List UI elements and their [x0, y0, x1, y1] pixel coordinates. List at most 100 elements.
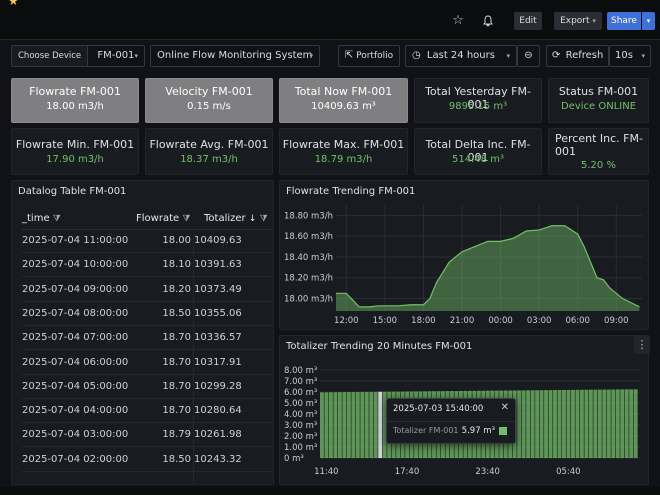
- column-header-time[interactable]: _time ⧩: [22, 213, 61, 224]
- stat-total-now[interactable]: Total Now FM-001 10409.63 m³: [279, 78, 408, 123]
- totalizer-bar: [369, 391, 374, 458]
- totalizer-bar: [346, 392, 351, 458]
- stat-flowrate-min[interactable]: Flowrate Min. FM-001 17.90 m3/h: [11, 128, 139, 175]
- x-tick-label: 23:40: [475, 467, 500, 477]
- column-header-flowrate[interactable]: Flowrate ⧩: [136, 213, 190, 224]
- totalizer-bar: [597, 389, 602, 458]
- stat-status[interactable]: Status FM-001 Device ONLINE: [548, 78, 649, 123]
- y-tick-label: 3.00 m³: [284, 421, 317, 431]
- x-tick-label: 15:00: [373, 316, 398, 326]
- table-row[interactable]: 2025-07-04 07:00:00 18.70 10336.57: [22, 326, 273, 351]
- y-tick-label: 18.60 m3/h: [284, 232, 333, 242]
- refresh-interval-select[interactable]: 10s ▾: [609, 45, 651, 67]
- column-header-label: Flowrate: [136, 213, 180, 224]
- table-cell-time: 2025-07-04 04:00:00: [22, 405, 129, 417]
- totalizer-bar: [337, 392, 342, 458]
- stat-value: 10409.63 m³: [311, 101, 376, 112]
- y-tick-label: 8.00 m³: [284, 366, 317, 376]
- stat-title: Flowrate FM-001: [29, 85, 121, 98]
- device-select[interactable]: Choose Device FM-001 ▾: [11, 45, 145, 67]
- x-tick-label: 21:00: [450, 316, 475, 326]
- share-menu-chevron-icon[interactable]: ▾: [642, 12, 655, 30]
- refresh-button[interactable]: ⟳ Refresh: [546, 45, 609, 67]
- table-row[interactable]: 2025-07-04 05:00:00 18.70 10299.28: [22, 375, 273, 399]
- totalizer-bar: [562, 389, 566, 458]
- table-cell-totalizer: 10299.28: [194, 380, 242, 392]
- flowrate-chart[interactable]: 18.80 m3/h 18.60 m3/h 18.40 m3/h 18.20 m3/h…: [280, 181, 649, 330]
- datalog-table-panel: Datalog Table FM-001 _time ⧩ Flowrate ⧩ …: [11, 180, 274, 485]
- y-tick-label: 18.40 m3/h: [284, 253, 333, 263]
- x-tick-label: 09:00: [604, 316, 629, 326]
- edit-button[interactable]: Edit: [514, 12, 542, 30]
- stat-percent-inc[interactable]: Percent Inc. FM-001 5.20 %: [548, 128, 649, 175]
- external-link-icon: ⇱: [344, 50, 354, 61]
- x-tick-label: 17:40: [395, 467, 420, 477]
- totalizer-bar: [351, 392, 356, 458]
- totalizer-bar: [539, 390, 544, 458]
- table-row[interactable]: 2025-07-04 04:00:00 18.70 10280.64: [22, 399, 273, 424]
- chart-tooltip: 2025-07-03 15:40:00 ✕ Totalizer FM-001 5…: [386, 398, 516, 444]
- totalizer-bar: [593, 389, 598, 458]
- share-button[interactable]: Share: [607, 12, 641, 30]
- stat-value: 0.15 m/s: [187, 101, 231, 112]
- stat-title: Status FM-001: [558, 85, 639, 98]
- stat-total-delta[interactable]: Total Delta Inc. FM-001 514.48 m³: [414, 128, 542, 175]
- system-select[interactable]: Online Flow Monitoring System ▾: [150, 45, 320, 67]
- stat-flowrate-avg[interactable]: Flowrate Avg. FM-001 18.37 m3/h: [145, 128, 273, 175]
- totalizer-bar: [373, 391, 378, 458]
- table-cell-time: 2025-07-04 06:00:00: [22, 356, 129, 368]
- totalizer-bar: [521, 390, 526, 458]
- panel-menu-icon[interactable]: ⋮: [634, 336, 650, 354]
- filter-icon[interactable]: ⧩: [182, 214, 190, 224]
- table-cell-totalizer: 10336.57: [194, 332, 242, 344]
- table-cell-totalizer: 10261.98: [194, 429, 242, 441]
- stat-velocity[interactable]: Velocity FM-001 0.15 m/s: [145, 78, 273, 123]
- y-tick-label: 18.00 m3/h: [284, 295, 333, 305]
- tooltip-value: 5.97 m³: [461, 426, 495, 436]
- table-row[interactable]: 2025-07-04 06:00:00 18.70 10317.91: [22, 351, 273, 375]
- y-tick-label: 6.00 m³: [284, 388, 317, 398]
- stat-total-yesterday[interactable]: Total Yesterday FM-001 9895.15 m³: [414, 78, 542, 123]
- x-tick-label: 00:00: [488, 316, 513, 326]
- totalizer-bar: [611, 389, 616, 458]
- stat-flowrate[interactable]: Flowrate FM-001 18.00 m3/h: [11, 78, 139, 123]
- table-row[interactable]: 2025-07-04 08:00:00 18.50 10355.06: [22, 302, 273, 326]
- table-cell-flowrate: 18.50: [162, 453, 191, 465]
- device-select-value: FM-001: [97, 50, 135, 61]
- stat-flowrate-max[interactable]: Flowrate Max. FM-001 18.79 m3/h: [279, 128, 408, 175]
- filter-icon[interactable]: ⧩: [53, 214, 61, 224]
- export-button[interactable]: Export ▾: [554, 12, 602, 30]
- totalizer-bar: [557, 389, 562, 458]
- table-cell-time: 2025-07-04 10:00:00: [22, 259, 129, 271]
- table-row[interactable]: 2025-07-04 11:00:00 18.00 10409.63: [22, 229, 273, 253]
- stat-value: 17.90 m3/h: [46, 154, 104, 165]
- close-icon[interactable]: ✕: [501, 402, 509, 413]
- totalizer-bar: [575, 389, 580, 458]
- system-select-value: Online Flow Monitoring System: [157, 50, 313, 61]
- table-row[interactable]: 2025-07-04 09:00:00 18.20 10373.49: [22, 278, 273, 302]
- star-icon[interactable]: ☆: [449, 12, 467, 30]
- column-header-totalizer[interactable]: Totalizer ↓ ⧩: [204, 213, 268, 224]
- table-row[interactable]: 2025-07-04 02:00:00 18.50 10243.32: [22, 448, 273, 472]
- bell-icon[interactable]: [479, 12, 497, 30]
- portfolio-link[interactable]: ⇱ Portfolio: [338, 45, 400, 67]
- x-tick-label: 11:40: [314, 467, 339, 477]
- table-row[interactable]: 2025-07-04 10:00:00 18.10 10391.63: [22, 253, 273, 278]
- zoom-out-button[interactable]: ⊖: [517, 45, 540, 67]
- table-cell-flowrate: 18.79: [162, 429, 191, 441]
- filter-icon[interactable]: ⧩: [260, 214, 268, 224]
- table-cell-flowrate: 18.10: [162, 259, 191, 271]
- stat-value: 18.00 m3/h: [46, 101, 104, 112]
- y-tick-label: 18.80 m3/h: [284, 211, 333, 221]
- table-cell-flowrate: 18.70: [162, 356, 191, 368]
- dashboard-star-icon[interactable]: ★: [8, 0, 19, 8]
- y-tick-label: 18.20 m3/h: [284, 274, 333, 284]
- export-label: Export: [560, 16, 590, 26]
- table-row[interactable]: 2025-07-04 03:00:00 18.79 10261.98: [22, 423, 273, 448]
- x-tick-label: 18:00: [411, 316, 436, 326]
- refresh-icon: ⟳: [552, 50, 561, 61]
- totalizer-bar: [364, 391, 369, 458]
- time-range-picker[interactable]: ◷ Last 24 hours ▾: [405, 45, 517, 67]
- stat-value: 18.37 m3/h: [180, 154, 238, 165]
- table-cell-totalizer: 10355.06: [194, 307, 242, 319]
